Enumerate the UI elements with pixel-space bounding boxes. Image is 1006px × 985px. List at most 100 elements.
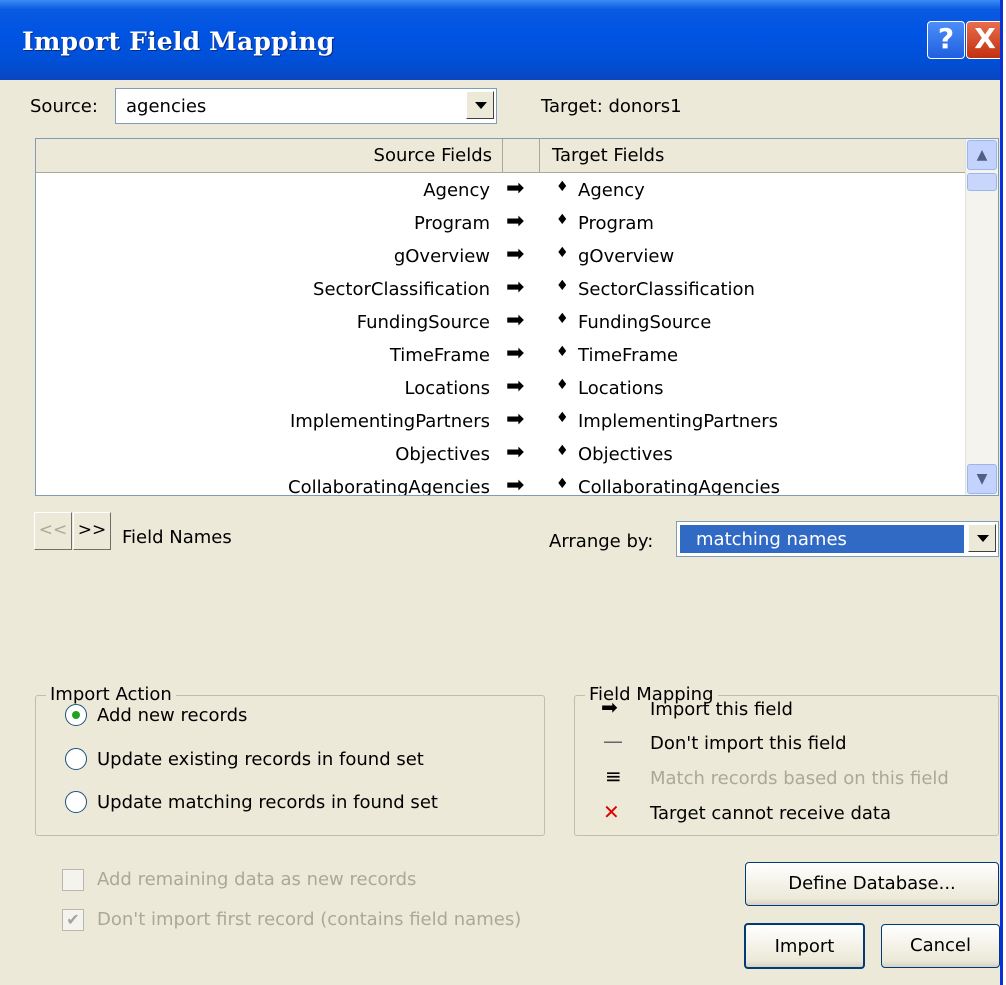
source-field: Program <box>414 213 490 234</box>
field-mapping-legend: Field Mapping ➡ Import this field — Don'… <box>574 684 999 836</box>
import-arrow-icon[interactable]: ➡ <box>506 341 524 366</box>
source-field: Agency <box>423 180 490 201</box>
add-new-records-label[interactable]: Add new records <box>97 705 247 726</box>
dont-import-first-checkbox[interactable]: ✔ <box>62 909 84 931</box>
table-row[interactable]: FundingSource ➡ ♦ FundingSource <box>36 306 966 339</box>
red-x-icon: ✕ <box>603 800 620 824</box>
source-dropdown-button[interactable] <box>466 91 494 119</box>
source-select[interactable]: agencies <box>115 88 497 124</box>
add-remaining-label[interactable]: Add remaining data as new records <box>97 869 416 890</box>
scroll-thumb[interactable] <box>967 173 997 191</box>
import-arrow-icon[interactable]: ➡ <box>506 308 524 333</box>
legend-dont-import: Don't import this field <box>650 733 847 754</box>
table-row[interactable]: SectorClassification ➡ ♦ SectorClassific… <box>36 273 966 306</box>
target-label: Target: donors1 <box>541 96 682 117</box>
header-source-fields[interactable]: Source Fields <box>36 139 503 172</box>
source-field: SectorClassification <box>313 279 490 300</box>
match-equals-icon: ≡ <box>605 764 622 788</box>
source-field: gOverview <box>393 246 490 267</box>
dash-icon: — <box>603 729 623 753</box>
update-matching-label[interactable]: Update matching records in found set <box>97 792 438 813</box>
help-button[interactable]: ? <box>927 21 965 59</box>
import-arrow-icon[interactable]: ➡ <box>506 374 524 399</box>
table-row[interactable]: gOverview ➡ ♦ gOverview <box>36 240 966 273</box>
target-field: Program <box>578 213 654 234</box>
import-action-group: Import Action Add new records Update exi… <box>35 684 545 836</box>
header-target-fields[interactable]: Target Fields <box>540 139 966 172</box>
chevron-down-icon <box>977 535 989 542</box>
target-field: ImplementingPartners <box>578 411 779 432</box>
source-label: Source: <box>30 96 98 117</box>
table-row[interactable]: Objectives ➡ ♦ Objectives <box>36 438 966 471</box>
title-bar[interactable]: Import Field Mapping ? X <box>0 0 1000 80</box>
arrange-by-select[interactable]: matching names <box>676 521 999 557</box>
import-arrow-icon[interactable]: ➡ <box>506 440 524 465</box>
target-field: gOverview <box>578 246 675 267</box>
legend-import-field: Import this field <box>650 699 793 720</box>
source-field: TimeFrame <box>389 345 490 366</box>
add-remaining-checkbox[interactable] <box>62 869 84 891</box>
import-field-mapping-dialog: Import Field Mapping ? X Source: agencie… <box>0 0 1003 985</box>
source-field: Locations <box>404 378 490 399</box>
drag-handle-icon[interactable]: ♦ <box>556 278 569 294</box>
field-names-label: Field Names <box>122 527 232 548</box>
drag-handle-icon[interactable]: ♦ <box>556 212 569 228</box>
table-row[interactable]: CollaboratingAgencies ➡ ♦ CollaboratingA… <box>36 471 966 496</box>
target-field: Agency <box>578 180 645 201</box>
source-field: ImplementingPartners <box>289 411 490 432</box>
scroll-down-button[interactable]: ▼ <box>967 464 997 494</box>
dont-import-first-label[interactable]: Don't import first record (contains fiel… <box>97 909 521 930</box>
target-field: SectorClassification <box>578 279 755 300</box>
legend-match-records: Match records based on this field <box>650 768 949 789</box>
header-arrow-column <box>503 139 540 172</box>
table-row[interactable]: Program ➡ ♦ Program <box>36 207 966 240</box>
source-field: Objectives <box>395 444 490 465</box>
import-button[interactable]: Import <box>744 923 865 969</box>
table-row[interactable]: Agency ➡ ♦ Agency <box>36 174 966 207</box>
source-field: FundingSource <box>356 312 490 333</box>
import-action-title: Import Action <box>46 684 176 705</box>
source-select-value: agencies <box>126 96 207 117</box>
grid-header: Source Fields Target Fields <box>36 139 966 173</box>
arrange-dropdown-button[interactable] <box>968 524 996 552</box>
import-arrow-icon[interactable]: ➡ <box>506 275 524 300</box>
update-existing-radio[interactable] <box>65 748 87 770</box>
import-arrow-icon[interactable]: ➡ <box>506 209 524 234</box>
next-button[interactable]: >> <box>73 512 111 550</box>
target-field: TimeFrame <box>578 345 679 366</box>
drag-handle-icon[interactable]: ♦ <box>556 179 569 195</box>
previous-button[interactable]: << <box>34 512 72 550</box>
update-matching-radio[interactable] <box>65 791 87 813</box>
drag-handle-icon[interactable]: ♦ <box>556 410 569 426</box>
define-database-button[interactable]: Define Database... <box>745 862 999 906</box>
cancel-button[interactable]: Cancel <box>881 924 1000 968</box>
table-row[interactable]: TimeFrame ➡ ♦ TimeFrame <box>36 339 966 372</box>
drag-handle-icon[interactable]: ♦ <box>556 311 569 327</box>
target-field: Objectives <box>578 444 673 465</box>
target-field: CollaboratingAgencies <box>578 477 780 496</box>
dialog-title: Import Field Mapping <box>22 27 335 56</box>
arrange-by-label: Arrange by: <box>549 531 654 552</box>
drag-handle-icon[interactable]: ♦ <box>556 377 569 393</box>
target-field: Locations <box>578 378 664 399</box>
legend-cannot-receive: Target cannot receive data <box>650 803 891 824</box>
drag-handle-icon[interactable]: ♦ <box>556 344 569 360</box>
vertical-scrollbar[interactable]: ▲ ▼ <box>965 139 998 495</box>
table-row[interactable]: ImplementingPartners ➡ ♦ ImplementingPar… <box>36 405 966 438</box>
update-existing-label[interactable]: Update existing records in found set <box>97 749 424 770</box>
import-arrow-icon[interactable]: ➡ <box>506 176 524 201</box>
add-new-records-radio[interactable] <box>65 704 87 726</box>
chevron-down-icon <box>475 102 487 109</box>
drag-handle-icon[interactable]: ♦ <box>556 443 569 459</box>
source-field: CollaboratingAgencies <box>288 477 490 496</box>
import-arrow-icon: ➡ <box>601 695 618 719</box>
drag-handle-icon[interactable]: ♦ <box>556 245 569 261</box>
import-arrow-icon[interactable]: ➡ <box>506 473 524 495</box>
import-arrow-icon[interactable]: ➡ <box>506 407 524 432</box>
scroll-up-button[interactable]: ▲ <box>967 140 997 170</box>
close-button[interactable]: X <box>966 21 1000 59</box>
drag-handle-icon[interactable]: ♦ <box>556 476 569 492</box>
field-mapping-grid[interactable]: Source Fields Target Fields Agency ➡ ♦ A… <box>35 138 999 496</box>
import-arrow-icon[interactable]: ➡ <box>506 242 524 267</box>
table-row[interactable]: Locations ➡ ♦ Locations <box>36 372 966 405</box>
